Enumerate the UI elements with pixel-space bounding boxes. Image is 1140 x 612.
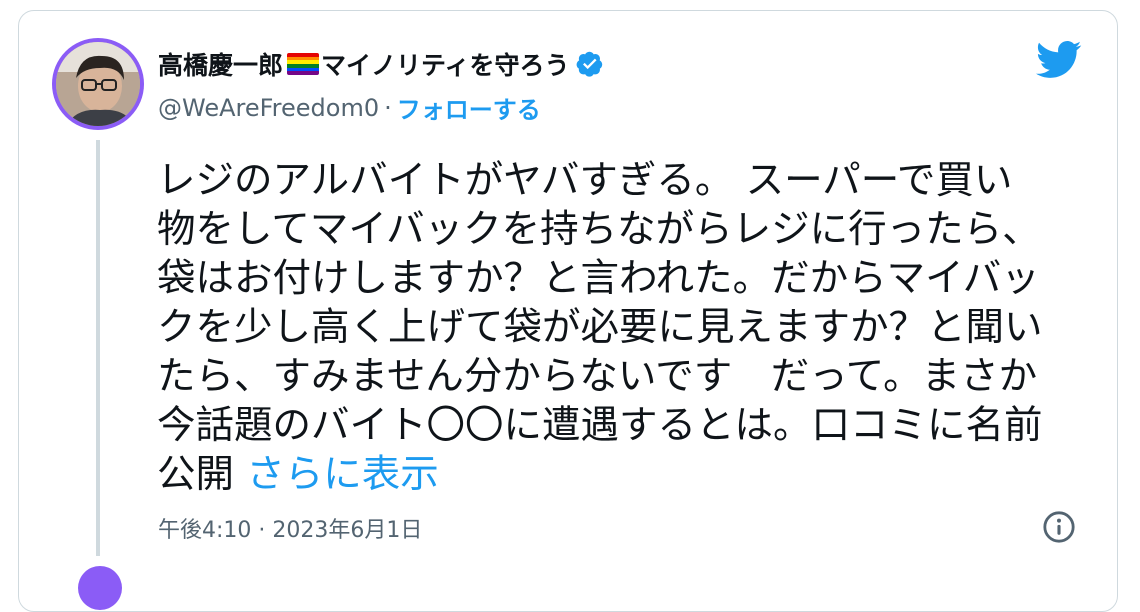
display-name-suffix: マイノリティを守ろう — [321, 51, 570, 80]
display-name-prefix: 高橋慶一郎 — [158, 51, 284, 80]
tweet-timestamp[interactable]: 午後4:10 · 2023年6月1日 — [158, 512, 422, 544]
author-handle[interactable]: @WeAreFreedom0 — [158, 94, 379, 122]
tweet-text: レジのアルバイトがヤバすぎる。 スーパーで買い 物をしてマイバックを持ちながらレ… — [157, 156, 1087, 499]
separator: · — [384, 93, 392, 122]
info-icon[interactable] — [1042, 510, 1076, 544]
author-name[interactable]: 高橋慶一郎 マイノリティを守ろう — [158, 45, 604, 83]
thread-line — [96, 140, 100, 556]
rainbow-flag-icon — [287, 53, 320, 75]
avatar[interactable] — [52, 38, 144, 130]
show-more-link[interactable]: さらに表示 — [246, 452, 439, 497]
verified-badge-icon — [576, 51, 602, 77]
tweet-body: レジのアルバイトがヤバすぎる。 スーパーで買い 物をしてマイバックを持ちながらレ… — [157, 158, 1043, 497]
reply-avatar[interactable] — [78, 566, 122, 610]
avatar-photo — [56, 42, 140, 126]
handle-row: @WeAreFreedom0 · フォローする — [158, 90, 541, 125]
follow-button[interactable]: フォローする — [397, 90, 541, 125]
twitter-bird-icon[interactable] — [1036, 40, 1082, 80]
